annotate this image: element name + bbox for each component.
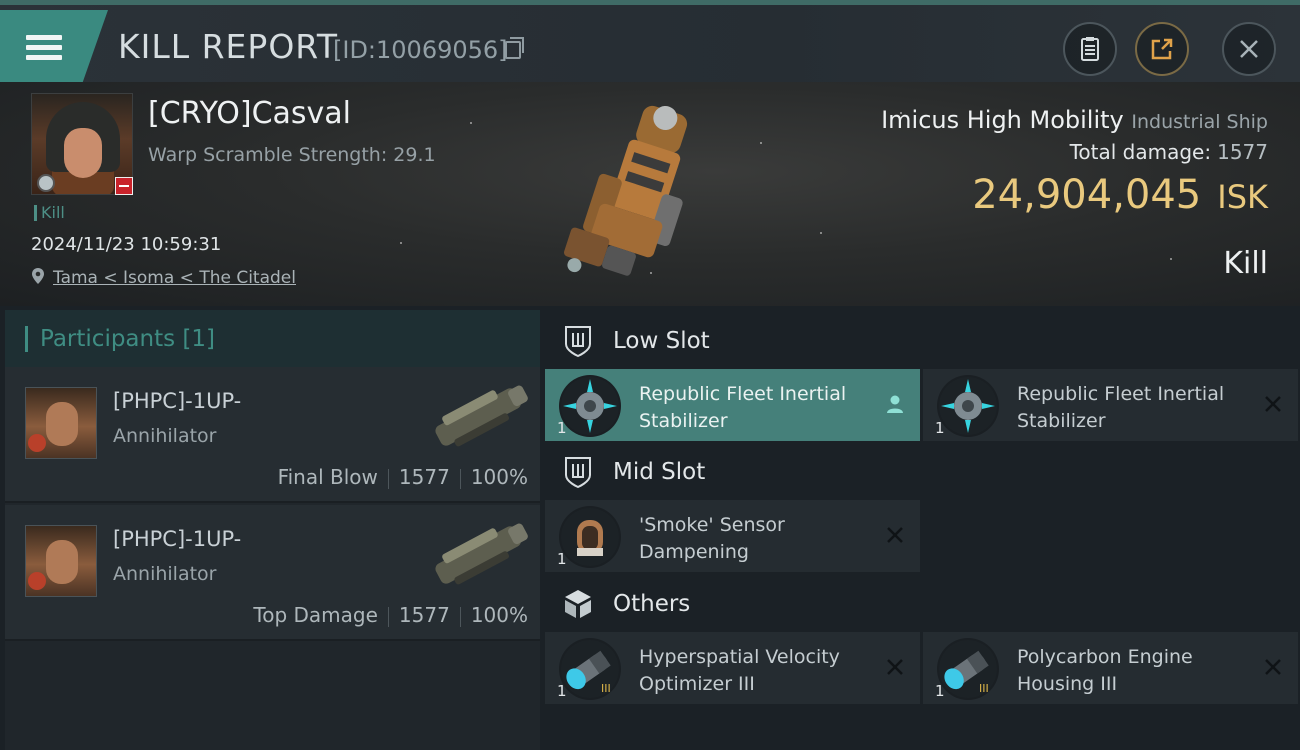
ship-class: Industrial Ship — [1131, 111, 1268, 133]
close-button[interactable] — [1222, 22, 1276, 76]
participant-ship-image — [435, 523, 528, 585]
other-item[interactable]: III 1 Hyperspatial Velocity Optimizer II… — [545, 632, 920, 704]
share-button[interactable] — [1135, 22, 1189, 76]
participant-role: Final Blow — [277, 465, 378, 489]
isk-unit: ISK — [1217, 178, 1268, 216]
page-title: KILL REPORT — [118, 27, 338, 66]
top-bar: KILL REPORT [ID:10069056] — [0, 0, 1300, 84]
participant-ship: Annihilator — [113, 425, 217, 447]
participant-stats: Top Damage 1577 100% — [253, 603, 528, 627]
report-id: [ID:10069056] — [333, 36, 508, 64]
location-link[interactable]: Tama < Isoma < The Citadel — [53, 268, 296, 288]
participant-ship-image — [435, 385, 528, 447]
item-name: 'Smoke' Sensor Dampening — [639, 514, 785, 563]
total-damage: Total damage: 1577 — [1070, 140, 1268, 164]
participant-percent: 100% — [470, 465, 528, 489]
mid-slot-icon — [565, 457, 591, 489]
ship-type-name: Imicus High Mobility — [881, 106, 1124, 134]
result-label: Kill — [1223, 246, 1268, 281]
fitting-panel: Low Slot 1 Republic Fleet Inertial Stabi… — [545, 310, 1300, 750]
velocity-optimizer-icon: III — [559, 638, 621, 700]
sensor-dampener-icon — [559, 506, 621, 568]
menu-button[interactable] — [0, 10, 108, 84]
cube-icon — [565, 590, 591, 618]
clipboard-icon — [1081, 37, 1099, 61]
item-name: Hyperspatial Velocity Optimizer III — [639, 646, 840, 695]
total-damage-label: Total damage: — [1069, 140, 1212, 164]
menu-icon — [26, 30, 62, 65]
x-icon — [887, 659, 903, 675]
others-header: Others — [545, 576, 690, 632]
item-name: Republic Fleet Inertial Stabilizer — [1017, 383, 1225, 432]
item-name: Polycarbon Engine Housing III — [1017, 646, 1193, 695]
location-pin-icon — [32, 268, 44, 284]
other-item[interactable]: III 1 Polycarbon Engine Housing III — [923, 632, 1298, 704]
low-slot-icon — [565, 326, 591, 358]
item-quantity: 1 — [557, 682, 567, 700]
participant-avatar — [25, 387, 97, 459]
participants-header: Participants [1] — [5, 310, 540, 367]
x-icon — [1265, 659, 1281, 675]
participant-percent: 100% — [470, 603, 528, 627]
kill-datetime: 2024/11/23 10:59:31 — [31, 234, 222, 255]
item-quantity: 1 — [935, 419, 945, 437]
low-slot-item[interactable]: 1 Republic Fleet Inertial Stabilizer — [923, 369, 1298, 441]
item-quantity: 1 — [557, 550, 567, 568]
item-name: Republic Fleet Inertial Stabilizer — [639, 383, 847, 432]
participant-ship: Annihilator — [113, 563, 217, 585]
warp-scramble-strength: Warp Scramble Strength: 29.1 — [148, 144, 436, 166]
engine-housing-icon: III — [937, 638, 999, 700]
kill-summary: [CRYO]Casval Warp Scramble Strength: 29.… — [0, 82, 1300, 306]
participant-name: [PHPC]-1UP- — [113, 527, 242, 551]
x-icon — [1265, 396, 1281, 412]
corp-badge-icon — [37, 174, 55, 192]
participants-title: Participants [1] — [40, 325, 215, 352]
copy-icon[interactable] — [505, 37, 524, 59]
mid-slot-item[interactable]: 1 'Smoke' Sensor Dampening — [545, 500, 920, 572]
x-icon — [887, 527, 903, 543]
isk-value: 24,904,045 ISK — [972, 172, 1268, 218]
participant-avatar — [25, 525, 97, 597]
victim-name: [CRYO]Casval — [148, 96, 352, 131]
share-icon — [1151, 38, 1173, 60]
participant-damage: 1577 — [398, 603, 450, 627]
hostile-badge-icon — [115, 177, 133, 195]
low-slot-header: Low Slot — [545, 313, 710, 369]
total-damage-value: 1577 — [1217, 140, 1268, 164]
mid-slot-label: Mid Slot — [613, 459, 706, 485]
participant-damage: 1577 — [398, 465, 450, 489]
participant-stats: Final Blow 1577 100% — [278, 465, 528, 489]
isk-amount: 24,904,045 — [972, 172, 1202, 218]
svg-text:III: III — [601, 682, 611, 695]
close-icon — [1240, 40, 1258, 58]
participant-row[interactable]: [PHPC]-1UP- Annihilator Final Blow 1577 10… — [5, 367, 540, 503]
mid-slot-header: Mid Slot — [545, 444, 705, 500]
victim-ship-name: Imicus High Mobility Industrial Ship — [881, 106, 1268, 134]
inertial-stabilizer-icon — [937, 375, 999, 437]
participant-name: [PHPC]-1UP- — [113, 389, 242, 413]
kill-tag: Kill — [34, 205, 65, 221]
svg-text:III: III — [979, 682, 989, 695]
clipboard-button[interactable] — [1063, 22, 1117, 76]
others-label: Others — [613, 591, 691, 617]
participant-row[interactable]: [PHPC]-1UP- Annihilator Top Damage 1577 10… — [5, 505, 540, 641]
item-quantity: 1 — [935, 682, 945, 700]
person-icon — [887, 395, 903, 413]
participant-role: Top Damage — [253, 603, 378, 627]
inertial-stabilizer-icon — [559, 375, 621, 437]
victim-ship-image — [564, 105, 688, 276]
participants-panel: Participants [1] [PHPC]-1UP- Annihilator… — [5, 310, 540, 750]
item-quantity: 1 — [557, 419, 567, 437]
low-slot-item[interactable]: 1 Republic Fleet Inertial Stabilizer — [545, 369, 920, 441]
low-slot-label: Low Slot — [613, 328, 710, 354]
